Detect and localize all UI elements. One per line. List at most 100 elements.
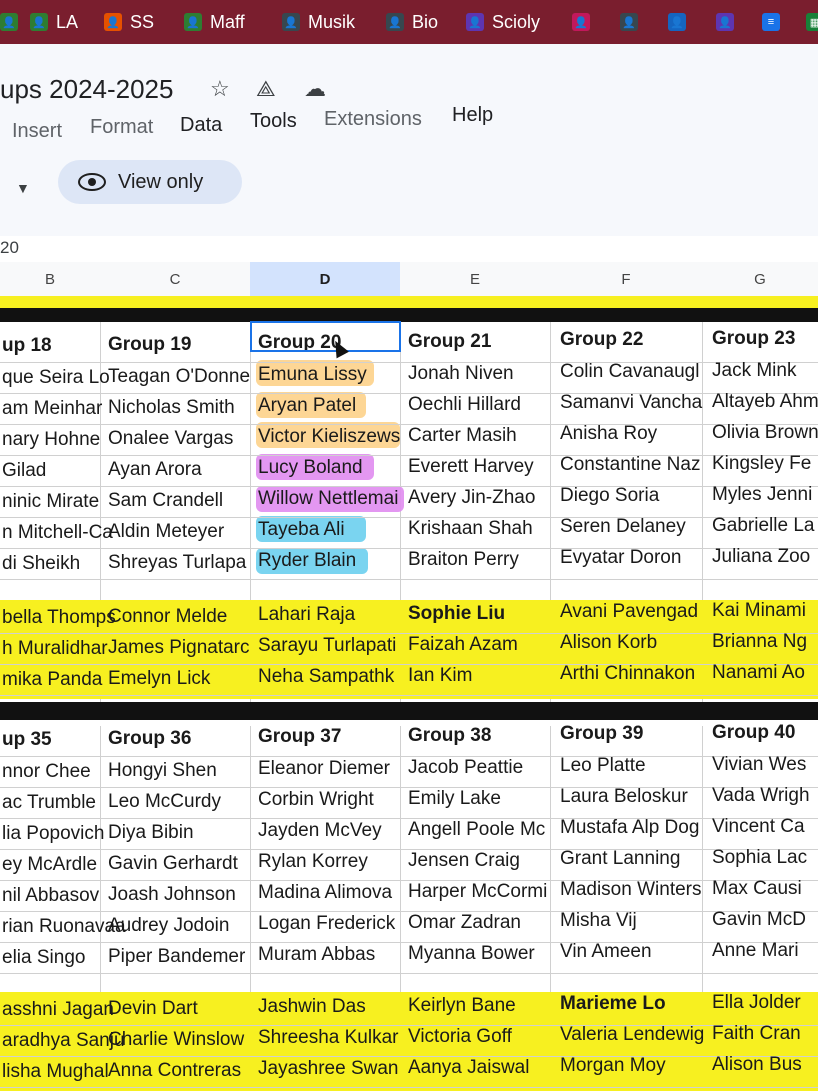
cell[interactable]: Avery Jin-Zhao	[408, 484, 554, 512]
cell[interactable]: Laura Beloskur	[560, 783, 706, 811]
cell[interactable]: Harper McCormi	[408, 878, 554, 906]
cell[interactable]: Nanami Ao	[712, 659, 818, 687]
menu-insert[interactable]: Insert	[12, 120, 62, 143]
cell[interactable]: Madina Alimova	[258, 879, 404, 907]
column-header-e[interactable]: E	[400, 262, 551, 297]
cell[interactable]: Nicholas Smith	[108, 394, 254, 422]
selected-cell[interactable]	[250, 321, 401, 352]
cell[interactable]: Marieme Lo	[560, 990, 706, 1018]
cell[interactable]: Muram Abbas	[258, 941, 404, 969]
group-header[interactable]: Group 21	[408, 328, 554, 356]
bookmark-1[interactable]: 👤 LA	[30, 8, 78, 36]
bookmark-6[interactable]: 👤 Scioly	[466, 8, 540, 36]
cell[interactable]: Anne Mari	[712, 937, 818, 965]
cell[interactable]: Ryder Blain	[258, 547, 404, 575]
bookmark-9[interactable]: 👤	[668, 8, 694, 36]
cell[interactable]: Kingsley Fe	[712, 450, 818, 478]
cell[interactable]: Piper Bandemer	[108, 943, 254, 971]
bookmark-12[interactable]: ▦	[806, 8, 818, 36]
move-to-drive-icon[interactable]: ⟁	[256, 76, 276, 102]
cell[interactable]: Angell Poole Mc	[408, 816, 554, 844]
cell[interactable]: Samanvi Vancha	[560, 389, 706, 417]
cell[interactable]: Vincent Ca	[712, 813, 818, 841]
bookmark-5[interactable]: 👤 Bio	[386, 8, 438, 36]
cell[interactable]: Valeria Lendewig	[560, 1021, 706, 1049]
cell[interactable]: Alison Bus	[712, 1051, 818, 1079]
cell[interactable]: Madison Winters	[560, 876, 706, 904]
cell[interactable]: Aldin Meteyer	[108, 518, 254, 546]
cell[interactable]: Vivian Wes	[712, 751, 818, 779]
bookmark-3[interactable]: 👤 Maff	[184, 8, 245, 36]
cell[interactable]: Ayan Arora	[108, 456, 254, 484]
cell[interactable]: Sarayu Turlapati	[258, 632, 404, 660]
bookmark-7[interactable]: 👤	[572, 8, 598, 36]
cell[interactable]: Faith Cran	[712, 1020, 818, 1048]
cell[interactable]: Teagan O'Donne	[108, 363, 254, 391]
cell[interactable]: Lucy Boland	[258, 454, 404, 482]
cell[interactable]: Ella Jolder	[712, 989, 818, 1017]
group-header[interactable]: Group 36	[108, 725, 254, 753]
column-header-c[interactable]: C	[100, 262, 251, 297]
cell[interactable]: Jayden McVey	[258, 817, 404, 845]
group-header[interactable]: Group 38	[408, 722, 554, 750]
cell[interactable]: Juliana Zoo	[712, 543, 818, 571]
cell[interactable]: Rylan Korrey	[258, 848, 404, 876]
group-header[interactable]: Group 40	[712, 719, 818, 747]
cell[interactable]: James Pignatarc	[108, 634, 254, 662]
star-icon[interactable]: ☆	[210, 76, 230, 102]
cell[interactable]: Emelyn Lick	[108, 665, 254, 693]
cell[interactable]: Diya Bibin	[108, 819, 254, 847]
menu-data[interactable]: Data	[180, 114, 222, 137]
view-only-button[interactable]: View only	[58, 160, 242, 204]
cell[interactable]: Sam Crandell	[108, 487, 254, 515]
cell[interactable]: Neha Sampathk	[258, 663, 404, 691]
bookmark-2[interactable]: 👤 SS	[104, 8, 154, 36]
cell[interactable]: Grant Lanning	[560, 845, 706, 873]
bookmark-0[interactable]: 👤	[0, 8, 26, 36]
cell[interactable]: Seren Delaney	[560, 513, 706, 541]
cell[interactable]: Jashwin Das	[258, 993, 404, 1021]
cell[interactable]: Leo McCurdy	[108, 788, 254, 816]
cell[interactable]: Tayeba Ali	[258, 516, 404, 544]
cell[interactable]: Joash Johnson	[108, 881, 254, 909]
cell[interactable]: Myanna Bower	[408, 940, 554, 968]
cell[interactable]: Diego Soria	[560, 482, 706, 510]
cell[interactable]: Onalee Vargas	[108, 425, 254, 453]
cell[interactable]: Lahari Raja	[258, 601, 404, 629]
cell[interactable]: Sophie Liu	[408, 600, 554, 628]
cell[interactable]: Morgan Moy	[560, 1052, 706, 1080]
bookmark-11[interactable]: ≡	[762, 8, 788, 36]
cell[interactable]: Jensen Craig	[408, 847, 554, 875]
bookmark-4[interactable]: 👤 Musik	[282, 8, 355, 36]
group-header[interactable]: Group 39	[560, 720, 706, 748]
cell[interactable]: Altayeb Ahm	[712, 388, 818, 416]
cloud-status-icon[interactable]: ☁	[304, 76, 326, 102]
cell[interactable]: Anisha Roy	[560, 420, 706, 448]
cell[interactable]: Hongyi Shen	[108, 757, 254, 785]
cell[interactable]: Braiton Perry	[408, 546, 554, 574]
cell[interactable]: Willow Nettlemai	[258, 485, 404, 513]
column-header-g[interactable]: G	[702, 262, 818, 297]
group-header[interactable]: Group 19	[108, 331, 254, 359]
cell[interactable]: Evyatar Doron	[560, 544, 706, 572]
cell[interactable]: Shreesha Kulkar	[258, 1024, 404, 1052]
group-header[interactable]: Group 22	[560, 326, 706, 354]
chevron-down-icon[interactable]: ▼	[16, 180, 30, 196]
cell[interactable]: Victor Kieliszews	[258, 423, 404, 451]
cell[interactable]: Leo Platte	[560, 752, 706, 780]
column-header-d[interactable]: D	[250, 262, 401, 297]
formula-bar[interactable]	[0, 236, 818, 263]
cell[interactable]: Gavin McD	[712, 906, 818, 934]
cell[interactable]: Oechli Hillard	[408, 391, 554, 419]
column-header-f[interactable]: F	[550, 262, 703, 297]
cell[interactable]: Vin Ameen	[560, 938, 706, 966]
cell[interactable]: Everett Harvey	[408, 453, 554, 481]
column-header-b[interactable]: B	[0, 262, 101, 297]
cell[interactable]: Misha Vij	[560, 907, 706, 935]
cell[interactable]: Emuna Lissy	[258, 361, 404, 389]
menu-extensions[interactable]: Extensions	[324, 108, 422, 131]
bookmark-8[interactable]: 👤	[620, 8, 646, 36]
document-title[interactable]: ups 2024-2025	[0, 74, 173, 105]
cell[interactable]: Vada Wrigh	[712, 782, 818, 810]
cell[interactable]: Charlie Winslow	[108, 1026, 254, 1054]
